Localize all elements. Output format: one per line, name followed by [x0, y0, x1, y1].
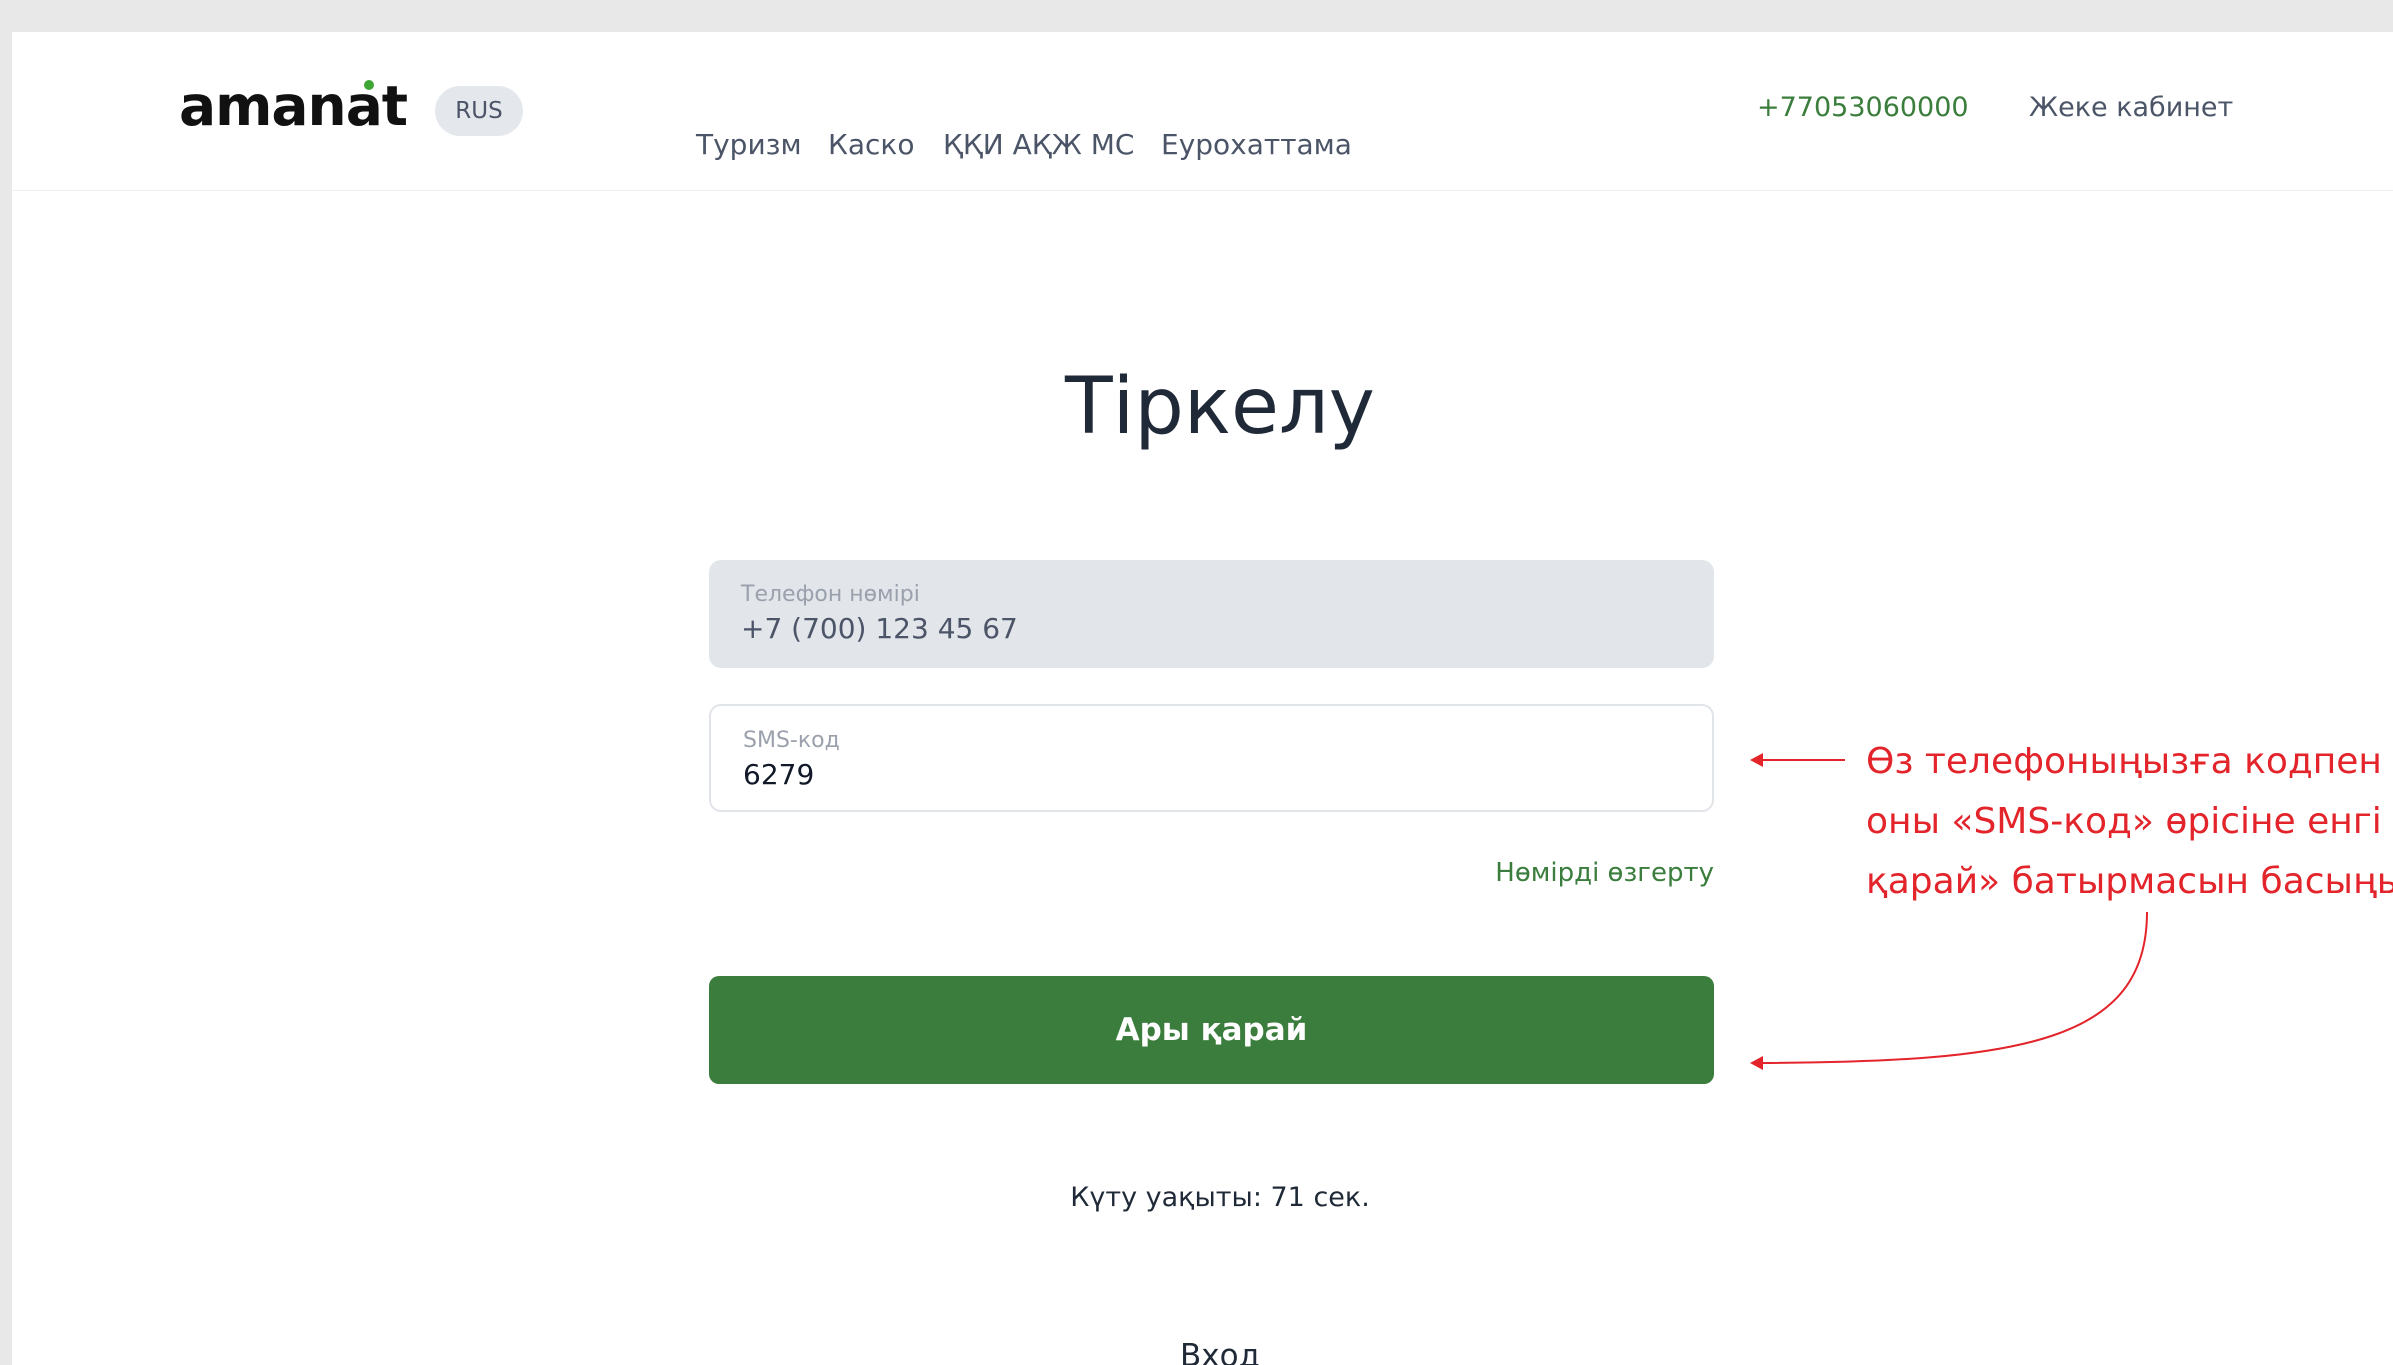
annotation-line-2: оны «SMS-код» өрісіне енгі: [1866, 801, 2382, 842]
annotation-line-1: Өз телефоныңызға кодпен S: [1866, 741, 2393, 782]
page: amanat RUS Туризм Каско ҚҚИ АҚЖ МС Еурох…: [12, 32, 2393, 1365]
annotation-text: Өз телефоныңызға кодпен S оны «SMS-код» …: [1866, 732, 2393, 912]
annotation-line-3: қарай» батырмасын басыңы: [1866, 861, 2393, 902]
arrow-to-sms-field: [1750, 753, 1845, 767]
arrow-to-next-button: [1750, 911, 2148, 1070]
annotation-arrows: [1750, 753, 2148, 1070]
